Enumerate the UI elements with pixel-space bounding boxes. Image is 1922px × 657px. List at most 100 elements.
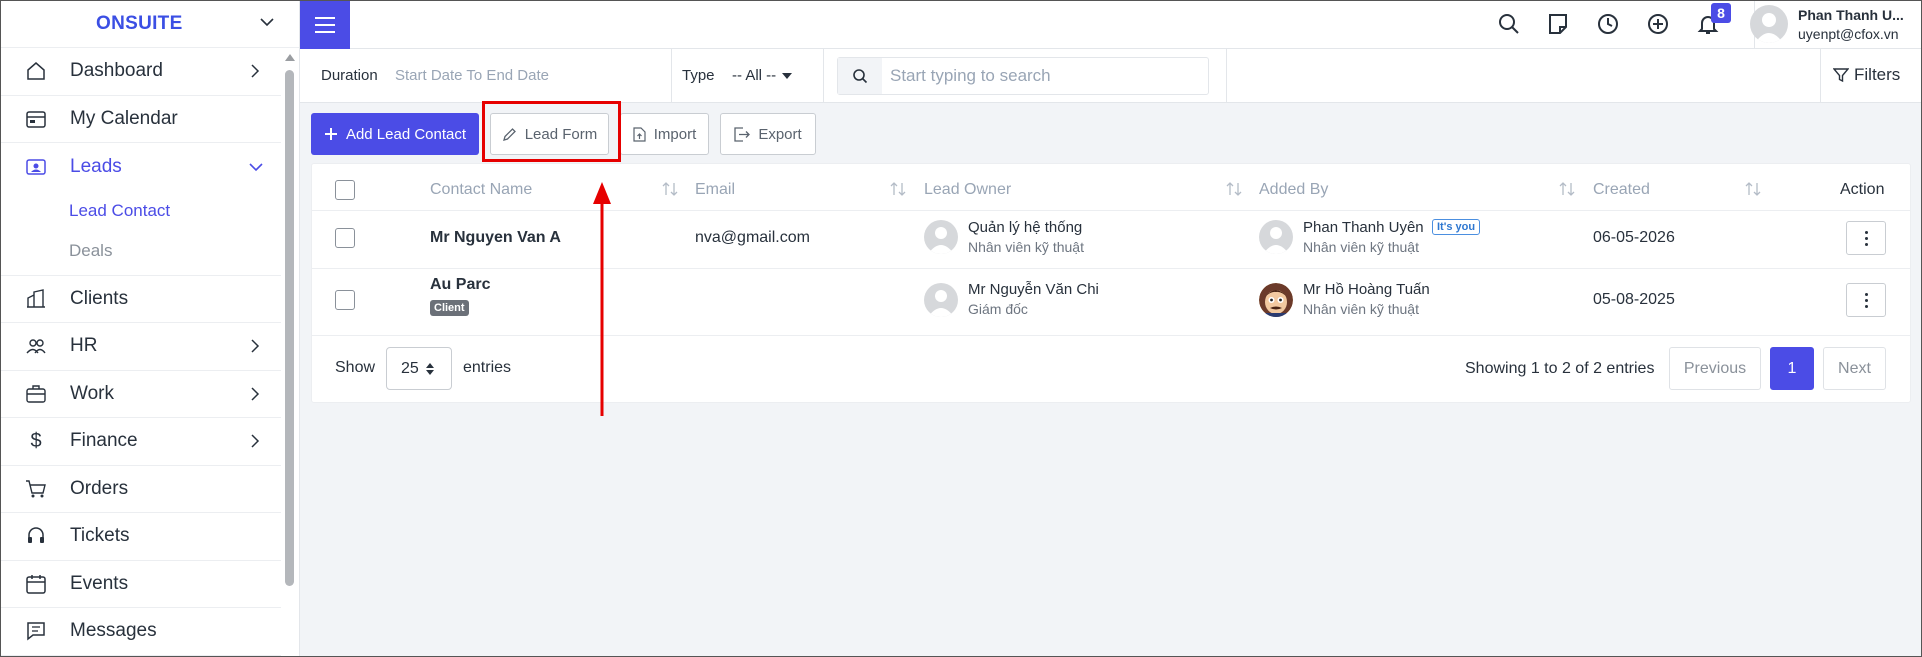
sidebar-item-label: Leads [70, 155, 122, 177]
sort-icon[interactable] [1225, 181, 1243, 197]
headset-icon [25, 525, 47, 547]
user-name[interactable]: Phan Thanh U... [1798, 7, 1904, 23]
column-header-added-by[interactable]: Added By [1259, 181, 1328, 199]
export-label: Export [758, 125, 802, 143]
owner-name[interactable]: Quản lý hệ thống [968, 219, 1082, 236]
sidebar-item-orders[interactable]: Orders [0, 466, 281, 513]
sidebar-item-work[interactable]: Work [0, 371, 281, 418]
sidebar-item-finance[interactable]: $ Finance [0, 418, 281, 466]
cart-icon [25, 478, 47, 500]
page-1-button[interactable]: 1 [1770, 347, 1814, 390]
sidebar-nav: Dashboard My Calendar Leads Lead Contact… [0, 48, 281, 656]
row-checkbox[interactable] [335, 290, 355, 310]
sort-icon[interactable] [889, 181, 907, 197]
sidebar-item-label: HR [70, 335, 98, 357]
sort-icon[interactable] [661, 181, 679, 197]
sort-icon[interactable] [1744, 181, 1762, 197]
added-by-name[interactable]: Mr Hồ Hoàng Tuấn [1303, 281, 1430, 298]
next-page-button[interactable]: Next [1823, 347, 1886, 390]
message-icon [25, 620, 47, 642]
divider [1226, 49, 1227, 103]
import-label: Import [653, 125, 697, 143]
sidebar-item-my-calendar[interactable]: My Calendar [0, 96, 281, 143]
lead-form-button[interactable]: Lead Form [490, 113, 609, 155]
sort-caret-icon [425, 362, 434, 375]
user-avatar[interactable] [1750, 5, 1788, 43]
row-divider [312, 210, 1910, 211]
lead-form-label: Lead Form [524, 125, 598, 143]
type-label: Type [682, 67, 715, 84]
column-header-lead-owner[interactable]: Lead Owner [924, 181, 1011, 199]
cartoon-avatar-icon [1259, 283, 1293, 317]
created-date: 05-08-2025 [1593, 291, 1675, 308]
search-input[interactable] [882, 59, 1208, 93]
added-by-role: Nhân viên kỹ thuật [1303, 239, 1419, 255]
contact-name[interactable]: Au Parc [430, 276, 490, 294]
sidebar-item-tickets[interactable]: Tickets [0, 513, 281, 561]
divider [671, 49, 672, 103]
row-action-menu-button[interactable] [1846, 283, 1886, 317]
sidebar-item-hr[interactable]: HR [0, 323, 281, 371]
sidebar-item-label: Clients [70, 287, 129, 309]
sticky-note-icon[interactable] [1546, 12, 1570, 36]
type-select-value: -- All -- [732, 67, 777, 84]
sidebar-item-messages[interactable]: Messages [0, 608, 281, 656]
owner-role: Nhân viên kỹ thuật [968, 239, 1084, 255]
kebab-dot [1864, 292, 1868, 296]
user-email: uyenpt@cfox.vn [1798, 26, 1899, 42]
row-divider [312, 268, 1910, 269]
kebab-dot [1864, 304, 1868, 308]
previous-page-button[interactable]: Previous [1669, 347, 1761, 390]
plus-icon [324, 128, 337, 140]
added-by-name[interactable]: Phan Thanh Uyên [1303, 219, 1424, 236]
sidebar-item-label: My Calendar [70, 107, 178, 129]
owner-role: Giám đốc [968, 301, 1028, 317]
filters-button[interactable]: Filters [1833, 65, 1900, 85]
brand-header[interactable]: ONSUITE [0, 0, 299, 48]
entries-per-page-select[interactable]: 25 [386, 347, 452, 390]
menu-toggle-button[interactable] [300, 0, 350, 49]
sort-icon[interactable] [1558, 181, 1576, 197]
contact-name[interactable]: Mr Nguyen Van A [430, 229, 561, 247]
column-header-created[interactable]: Created [1593, 181, 1650, 199]
sidebar-item-clients[interactable]: Clients [0, 276, 281, 323]
search-icon[interactable] [1497, 12, 1521, 36]
contact-card-icon [25, 156, 47, 178]
kebab-dot [1864, 298, 1868, 302]
clock-icon[interactable] [1596, 12, 1620, 36]
row-checkbox[interactable] [335, 228, 355, 248]
sidebar-item-dashboard[interactable]: Dashboard [0, 48, 281, 96]
sidebar-item-events[interactable]: Events [0, 561, 281, 608]
add-circle-icon[interactable] [1646, 12, 1670, 36]
date-range-input[interactable]: Start Date To End Date [395, 67, 549, 84]
type-select[interactable]: -- All -- [732, 67, 793, 84]
kebab-dot [1864, 242, 1868, 246]
search-icon [838, 58, 882, 94]
filter-bar: Duration Start Date To End Date Type -- … [300, 49, 1922, 103]
entries-label: entries [463, 359, 512, 376]
export-button[interactable]: Export [720, 113, 816, 155]
briefcase-icon [25, 383, 47, 405]
sidebar-subitem-lead-contact[interactable]: Lead Contact [0, 191, 281, 231]
annotation-arrow [593, 182, 611, 416]
select-all-checkbox[interactable] [335, 180, 355, 200]
brand-logo: ONSUITE [96, 12, 183, 34]
chevron-down-icon [249, 163, 263, 172]
column-header-email[interactable]: Email [695, 181, 735, 199]
chevron-right-icon [251, 434, 260, 448]
sidebar-item-leads[interactable]: Leads [0, 143, 281, 191]
owner-avatar [924, 283, 958, 317]
pencil-icon [502, 127, 516, 141]
sidebar-scroll-thumb[interactable] [285, 70, 294, 586]
sidebar-subitem-deals[interactable]: Deals [0, 231, 281, 271]
column-header-contact-name[interactable]: Contact Name [430, 181, 532, 199]
row-action-menu-button[interactable] [1846, 221, 1886, 255]
building-icon [25, 288, 47, 310]
chevron-down-icon[interactable] [259, 14, 275, 30]
add-lead-contact-button[interactable]: Add Lead Contact [311, 113, 479, 155]
caret-down-icon [782, 72, 793, 79]
owner-name[interactable]: Mr Nguyễn Văn Chi [968, 281, 1099, 298]
scroll-up-arrow-icon[interactable] [285, 54, 295, 61]
default-avatar-icon [928, 227, 954, 254]
import-button[interactable]: Import [620, 113, 709, 155]
